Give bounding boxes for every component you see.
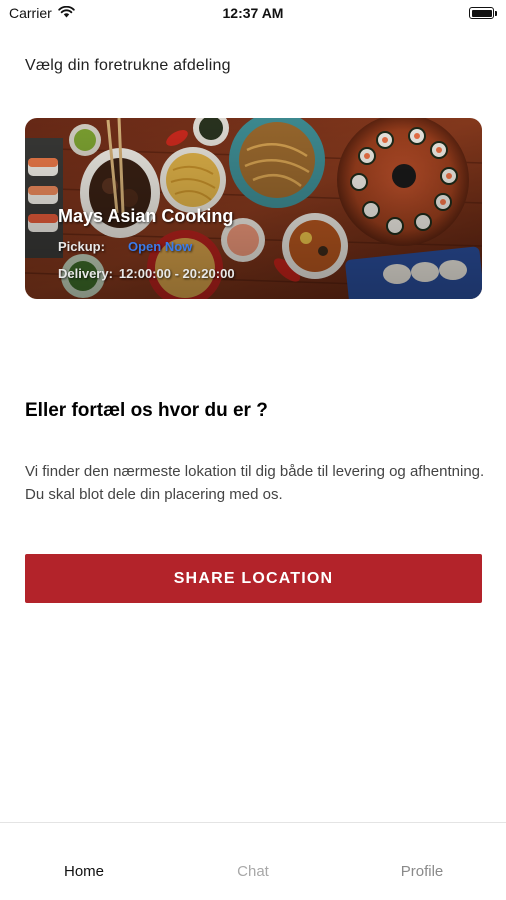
status-time: 12:37 AM: [222, 5, 284, 21]
tab-bar: Home Chat Profile: [0, 822, 506, 900]
delivery-row: Delivery: 12:00:00 - 20:20:00: [58, 266, 235, 281]
status-bar: Carrier 12:37 AM: [0, 0, 506, 28]
tab-chat[interactable]: Chat: [169, 863, 337, 880]
pickup-label: Pickup:: [58, 239, 105, 254]
store-info: Mays Asian Cooking Pickup: Open Now Deli…: [58, 206, 235, 281]
share-location-button[interactable]: SHARE LOCATION: [25, 554, 482, 603]
store-name: Mays Asian Cooking: [58, 206, 234, 226]
location-description: Vi finder den nærmeste lokation til dig …: [25, 463, 485, 503]
tab-home[interactable]: Home: [0, 863, 168, 880]
delivery-label: Delivery:: [58, 266, 113, 281]
app-screen: Carrier 12:37 AM Vælg din foretrukne afd…: [0, 0, 506, 900]
tab-profile[interactable]: Profile: [338, 863, 506, 880]
delivery-hours: 12:00:00 - 20:20:00: [118, 266, 235, 281]
battery-icon: [469, 7, 497, 19]
page-subtitle: Vælg din foretrukne afdeling: [25, 57, 231, 74]
pickup-row: Pickup: Open Now: [58, 239, 235, 254]
store-card[interactable]: Mays Asian Cooking Pickup: Open Now Deli…: [25, 118, 482, 299]
location-title: Eller fortæl os hvor du er ?: [25, 400, 268, 421]
pickup-status: Open Now: [128, 239, 193, 254]
